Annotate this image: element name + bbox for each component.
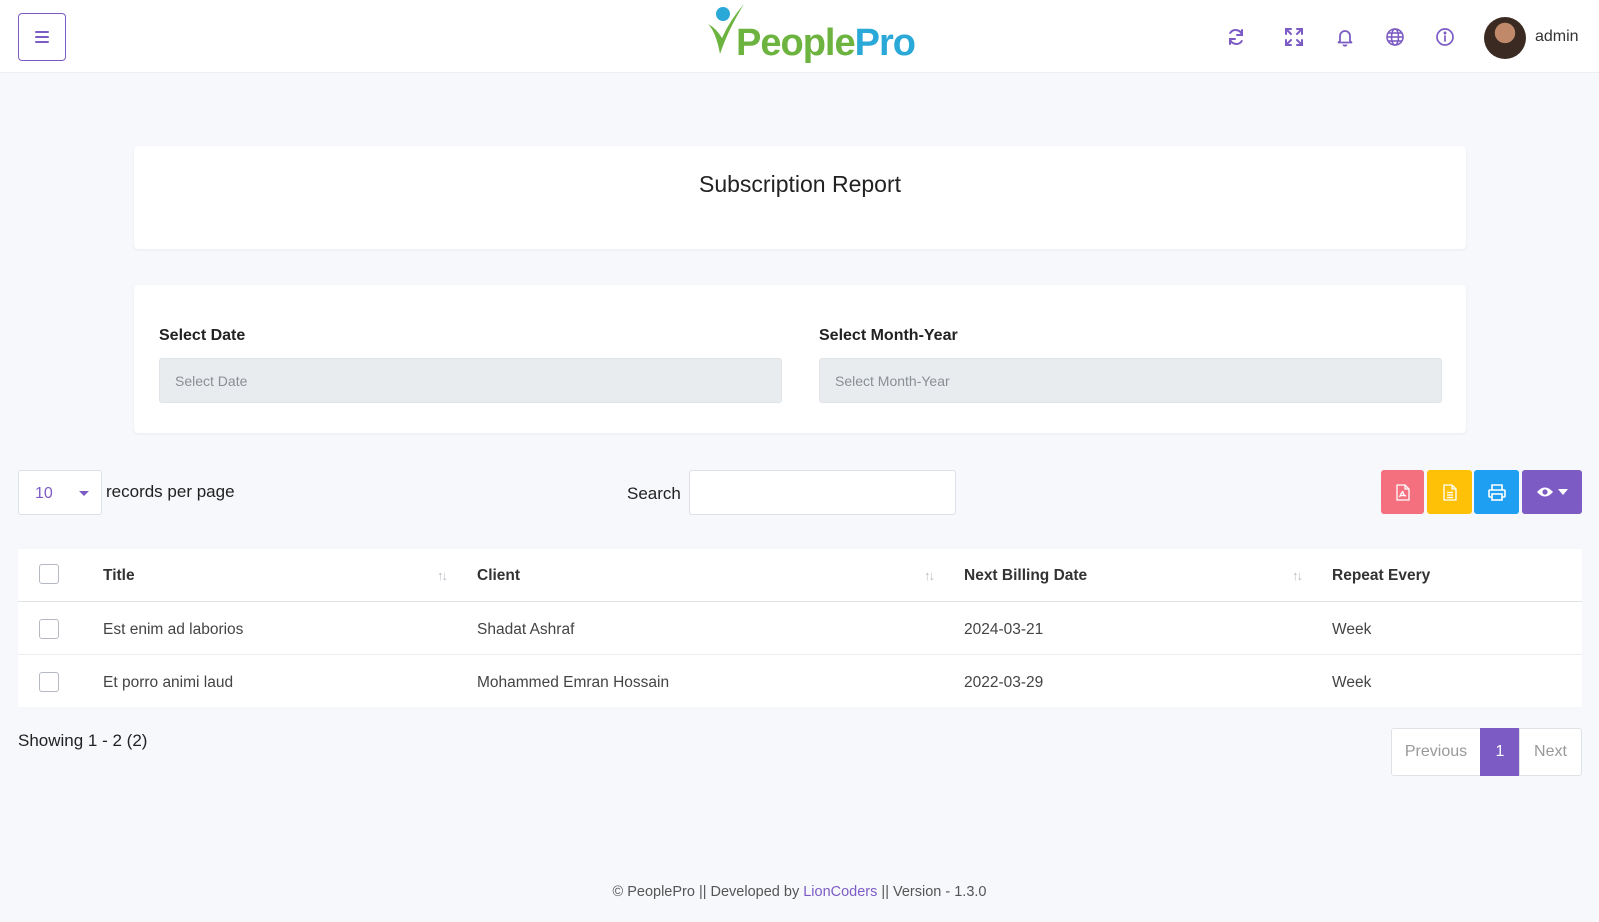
subscription-table: Title ↑↓ Client ↑↓ Next Billing Date ↑↓ … (18, 549, 1582, 707)
top-navbar: PeoplePro admin (0, 0, 1599, 73)
filter-card: Select Date Select Month-Year (134, 285, 1466, 433)
sort-icon[interactable]: ↑↓ (437, 568, 448, 583)
footer-version: || Version - 1.3.0 (881, 884, 987, 900)
select-date-label: Select Date (159, 327, 246, 344)
page-title: Subscription Report (699, 171, 901, 197)
cell-client: Shadat Ashraf (477, 621, 575, 638)
user-name[interactable]: admin (1535, 28, 1579, 46)
page-length-select[interactable]: 10 (18, 470, 102, 515)
column-header-client[interactable]: Client (477, 567, 520, 585)
pagination-previous-button[interactable]: Previous (1391, 728, 1481, 776)
table-info: Showing 1 - 2 (2) (18, 731, 148, 750)
file-pdf-icon (1395, 483, 1410, 501)
pagination-page-button[interactable]: 1 (1480, 728, 1520, 776)
search-input[interactable] (689, 470, 956, 515)
hamburger-icon (35, 31, 49, 43)
report-header-card: Subscription Report (134, 146, 1466, 249)
column-header-title[interactable]: Title (103, 567, 135, 585)
table-row: Est enim ad laborios Shadat Ashraf 2024-… (18, 602, 1582, 655)
cell-title: Est enim ad laborios (103, 621, 244, 638)
column-visibility-button[interactable] (1522, 470, 1582, 514)
page-length-value: 10 (35, 485, 53, 502)
bell-icon[interactable] (1334, 26, 1356, 48)
sidebar-toggle-button[interactable] (18, 13, 66, 61)
column-header-next-billing-date[interactable]: Next Billing Date (964, 567, 1087, 585)
cell-next-billing-date: 2022-03-29 (964, 674, 1044, 691)
cell-repeat-every: Week (1332, 621, 1372, 638)
info-icon[interactable] (1434, 26, 1456, 48)
table-header-row: Title ↑↓ Client ↑↓ Next Billing Date ↑↓ … (18, 549, 1582, 602)
caret-down-icon (1558, 489, 1568, 495)
logo-wordmark: PeoplePro (736, 22, 916, 64)
globe-icon[interactable] (1384, 26, 1406, 48)
print-button[interactable] (1474, 470, 1519, 514)
pagination-next-button[interactable]: Next (1519, 728, 1582, 776)
export-csv-button[interactable] (1427, 470, 1472, 514)
app-logo[interactable]: PeoplePro (706, 2, 916, 72)
export-pdf-button[interactable] (1381, 470, 1424, 514)
printer-icon (1487, 483, 1506, 501)
eye-icon (1537, 487, 1553, 497)
sort-icon[interactable]: ↑↓ (1292, 568, 1303, 583)
cell-next-billing-date: 2024-03-21 (964, 621, 1044, 638)
caret-down-icon (79, 491, 89, 496)
search-label: Search (627, 484, 681, 503)
select-all-checkbox[interactable] (39, 564, 59, 584)
select-month-year-input[interactable] (819, 358, 1442, 403)
row-checkbox[interactable] (39, 619, 59, 639)
select-date-input[interactable] (159, 358, 782, 403)
column-header-repeat-every[interactable]: Repeat Every (1332, 567, 1430, 585)
cell-repeat-every: Week (1332, 674, 1372, 691)
refresh-icon[interactable] (1225, 26, 1247, 48)
table-row: Et porro animi laud Mohammed Emran Hossa… (18, 655, 1582, 708)
cell-title: Et porro animi laud (103, 674, 234, 691)
select-month-year-label: Select Month-Year (819, 327, 958, 344)
file-text-icon (1442, 483, 1457, 501)
avatar[interactable] (1484, 17, 1526, 59)
footer-developer-link[interactable]: LionCoders (803, 884, 877, 900)
sort-icon[interactable]: ↑↓ (924, 568, 935, 583)
fullscreen-icon[interactable] (1283, 26, 1305, 48)
footer-copyright: © PeoplePro || Developed by (612, 884, 800, 900)
footer: © PeoplePro || Developed by LionCoders |… (0, 884, 1599, 900)
page-length-label: records per page (106, 482, 235, 501)
cell-client: Mohammed Emran Hossain (477, 674, 670, 691)
row-checkbox[interactable] (39, 672, 59, 692)
